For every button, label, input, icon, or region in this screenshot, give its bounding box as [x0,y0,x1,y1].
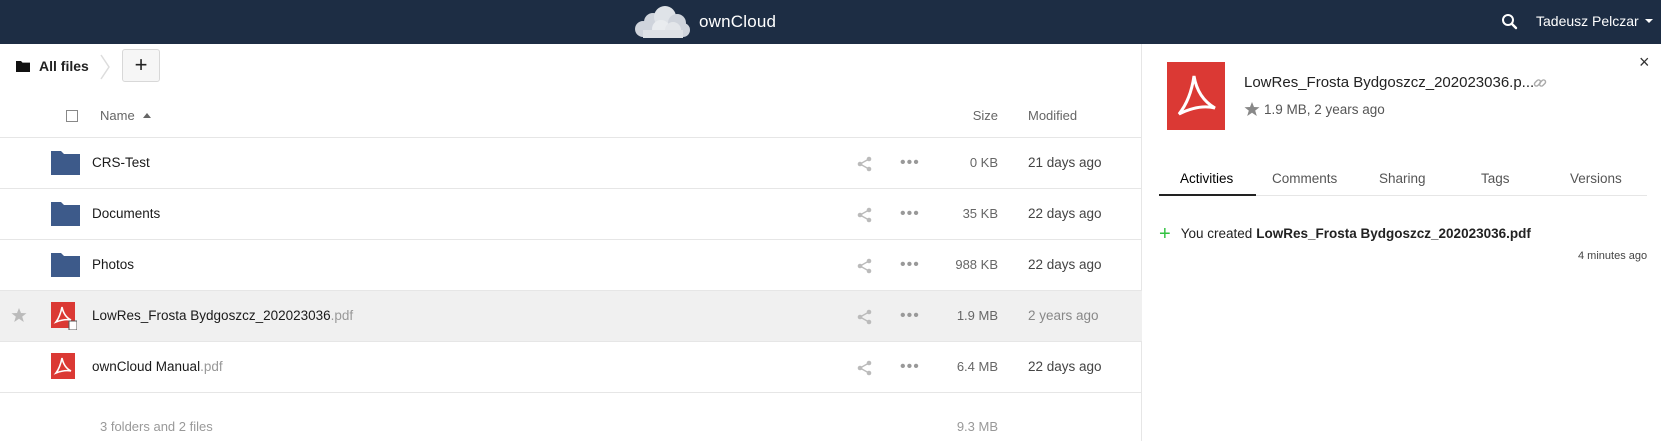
table-row-selected[interactable]: LowRes_Frosta Bydgoszcz_202023036.pdf ••… [0,291,1142,342]
pdf-icon [51,302,77,330]
table-row[interactable]: CRS-Test ••• 0 KB 21 days ago [0,138,1142,189]
column-size[interactable]: Size [973,108,998,123]
search-icon [1502,14,1518,30]
star-icon[interactable] [11,307,27,323]
folder-icon [51,253,80,277]
file-size: 6.4 MB [956,359,998,374]
file-modified: 22 days ago [1028,257,1102,272]
share-icon[interactable] [857,309,873,325]
more-icon[interactable]: ••• [900,155,920,171]
file-summary: 3 folders and 2 files 9.3 MB [0,413,1142,441]
file-basename: Photos [92,257,135,272]
breadcrumb: All files + [0,44,1142,88]
file-basename: LowRes_Frosta Bydgoszcz_202023036 [92,308,331,323]
tab-comments[interactable]: Comments [1272,171,1337,186]
activity-file[interactable]: LowRes_Frosta Bydgoszcz_202023036.pdf [1256,226,1531,241]
file-modified: 21 days ago [1028,155,1102,170]
user-menu[interactable]: Tadeusz Pelczar [1536,13,1653,29]
link-icon[interactable] [1533,76,1547,90]
more-icon[interactable]: ••• [900,308,920,324]
search-button[interactable] [1500,12,1520,32]
tab-sharing[interactable]: Sharing [1379,171,1426,186]
file-basename: Documents [92,206,161,221]
caret-down-icon [1644,19,1653,23]
brand[interactable]: ownCloud [633,5,776,39]
details-meta: 1.9 MB, 2 years ago [1244,101,1385,117]
file-size: 988 KB [955,257,998,272]
file-name[interactable]: CRS-Test [92,155,150,170]
activity-item: + You created LowRes_Frosta Bydgoszcz_20… [1159,222,1531,245]
tab-activities[interactable]: Activities [1180,171,1233,186]
file-name[interactable]: LowRes_Frosta Bydgoszcz_202023036.pdf [92,308,353,323]
file-size: 1.9 MB [956,308,998,323]
column-modified[interactable]: Modified [1028,108,1077,123]
star-icon[interactable] [1244,101,1260,117]
more-icon[interactable]: ••• [900,257,920,273]
sort-ascending-icon [142,113,151,118]
share-icon[interactable] [857,156,873,172]
select-all-checkbox[interactable] [66,110,78,122]
owncloud-logo-icon [635,6,690,38]
file-basename: ownCloud Manual [92,359,201,374]
column-name[interactable]: Name [100,108,151,123]
file-name[interactable]: Documents [92,206,160,221]
share-icon[interactable] [857,207,873,223]
file-extension: .pdf [200,359,223,374]
breadcrumb-label: All files [39,58,89,74]
breadcrumb-separator-icon [100,54,110,80]
file-extension: .pdf [330,308,354,323]
share-icon[interactable] [857,258,873,274]
file-list-panel: All files + Name Size Modified CRS-Test … [0,44,1142,441]
plus-icon: + [1159,222,1171,245]
file-size: 35 KB [962,206,998,221]
file-size: 0 KB [969,155,998,170]
brand-name: ownCloud [699,12,777,31]
more-icon[interactable]: ••• [900,359,920,375]
summary-total-size: 9.3 MB [956,419,998,434]
details-title: LowRes_Frosta Bydgoszcz_202023036.p... [1244,74,1535,91]
pdf-icon [1167,62,1225,130]
details-meta-text: 1.9 MB, 2 years ago [1264,101,1385,117]
user-name: Tadeusz Pelczar [1536,13,1639,29]
folder-icon [16,61,30,72]
file-name[interactable]: ownCloud Manual.pdf [92,359,223,374]
file-name[interactable]: Photos [92,257,134,272]
summary-count: 3 folders and 2 files [100,419,213,434]
close-icon[interactable]: × [1639,53,1650,71]
details-tabs: Activities Comments Sharing Tags Version… [1159,164,1647,196]
more-icon[interactable]: ••• [900,206,920,222]
table-header: Name Size Modified [0,94,1142,138]
pdf-icon [51,353,75,379]
share-icon[interactable] [857,360,873,376]
folder-icon [51,202,80,226]
activity-time: 4 minutes ago [1578,250,1648,262]
active-tab-indicator [1159,194,1256,196]
activity-text: You created [1180,226,1253,241]
breadcrumb-all-files[interactable]: All files [16,58,89,74]
table-row[interactable]: Documents ••• 35 KB 22 days ago [0,189,1142,240]
column-name-label: Name [100,108,135,123]
file-basename: CRS-Test [92,155,150,170]
file-modified: 22 days ago [1028,359,1102,374]
new-button[interactable]: + [122,49,160,82]
file-modified: 2 years ago [1028,308,1099,323]
top-bar: ownCloud Tadeusz Pelczar [0,0,1661,44]
folder-icon [51,151,80,175]
tab-versions[interactable]: Versions [1570,171,1622,186]
table-row[interactable]: ownCloud Manual.pdf ••• 6.4 MB 22 days a… [0,342,1142,393]
file-modified: 22 days ago [1028,206,1102,221]
table-row[interactable]: Photos ••• 988 KB 22 days ago [0,240,1142,291]
tab-tags[interactable]: Tags [1481,171,1510,186]
